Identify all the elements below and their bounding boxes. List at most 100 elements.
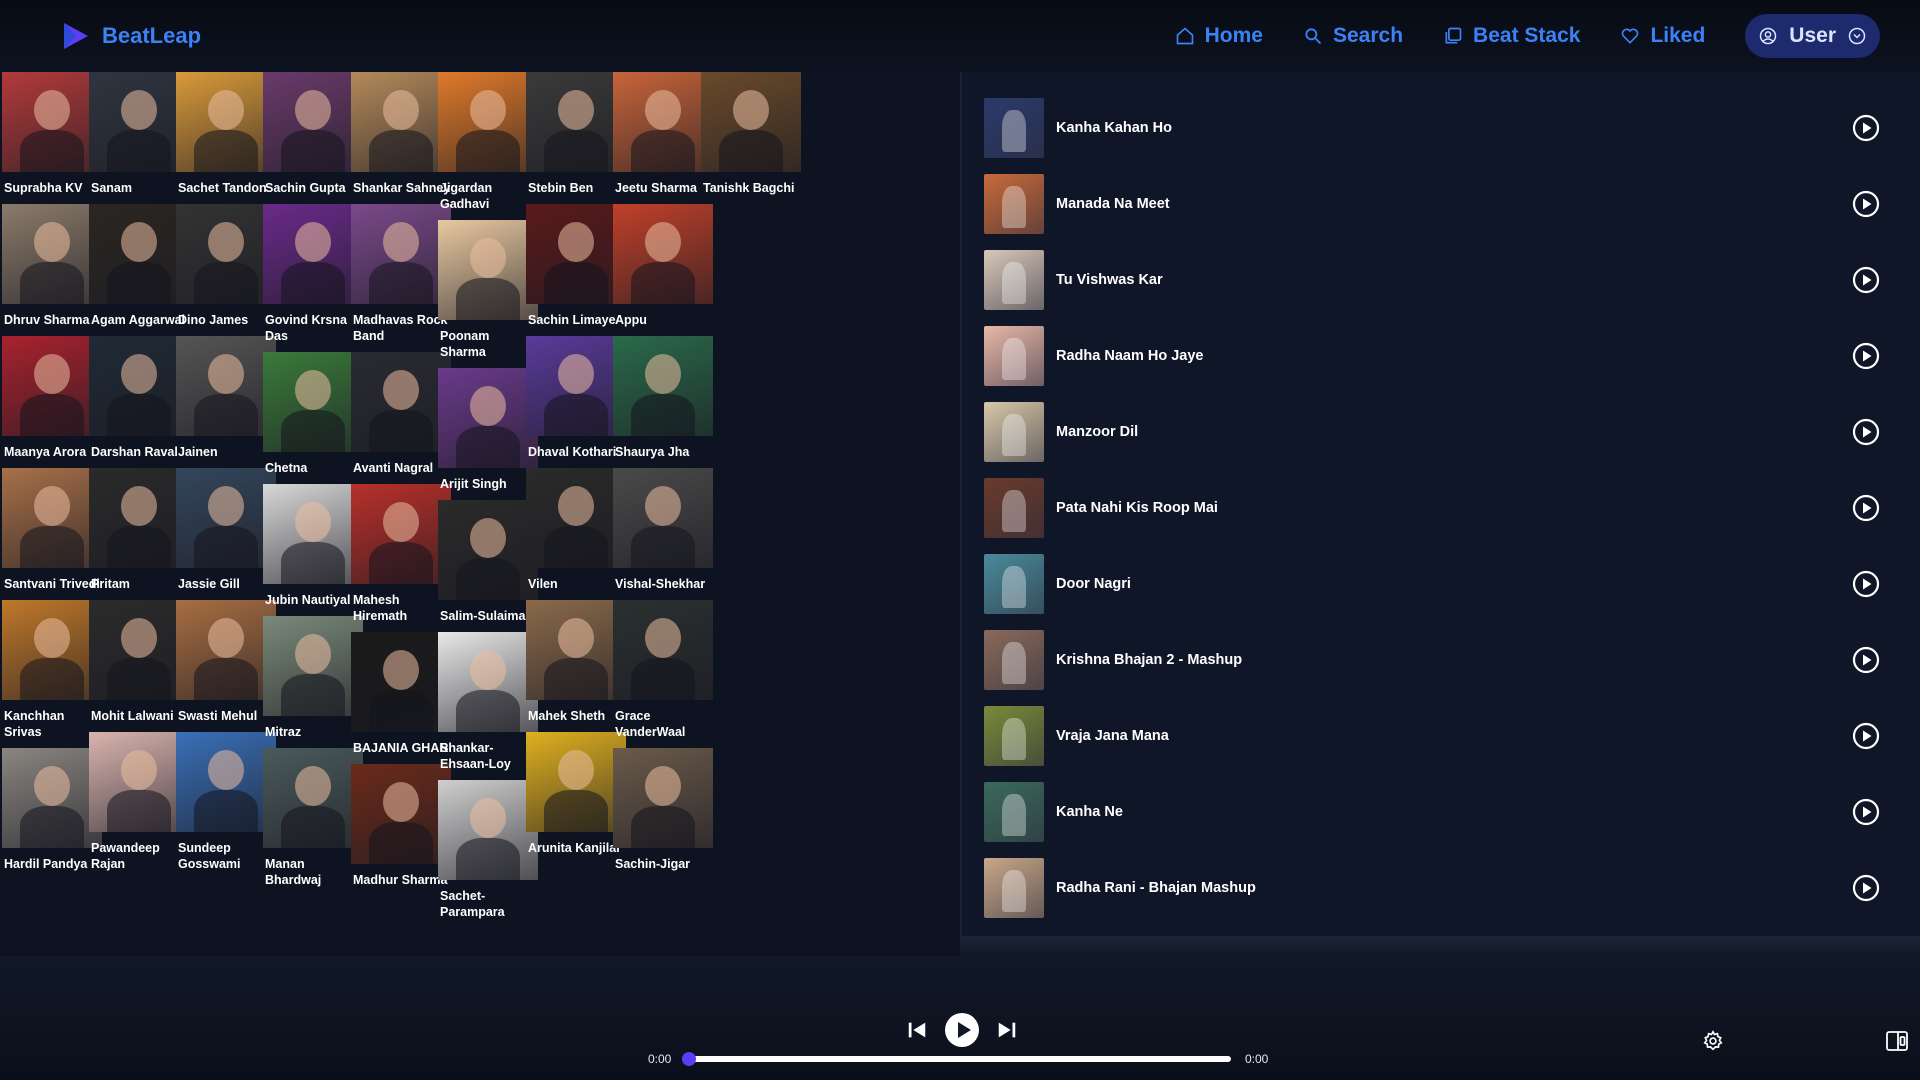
artist-card[interactable]: Swasti Mehul: [176, 600, 276, 728]
artist-card[interactable]: Sachin Limaye: [526, 204, 626, 332]
artist-thumbnail: [263, 352, 363, 452]
play-circle-icon[interactable]: [1852, 722, 1880, 750]
artist-card[interactable]: Pawandeep Rajan: [89, 732, 189, 876]
artist-card[interactable]: Mahesh Hiremath: [351, 484, 451, 628]
artist-card[interactable]: Agam Aggarwal: [89, 204, 189, 332]
song-row[interactable]: Radha Naam Ho Jaye: [984, 318, 1904, 394]
play-pause-button[interactable]: [944, 1012, 980, 1048]
artist-name: Mitraz: [265, 725, 302, 739]
play-circle-icon[interactable]: [1852, 646, 1880, 674]
artist-card[interactable]: Avanti Nagral: [351, 352, 451, 480]
song-row[interactable]: Radha Rani - Bhajan Mashup: [984, 850, 1904, 926]
artist-card[interactable]: Sanam: [89, 72, 189, 200]
nav-home-label: Home: [1204, 24, 1263, 47]
artist-card[interactable]: Kanchhan Srivas: [2, 600, 102, 744]
artist-card[interactable]: Vishal-Shekhar: [613, 468, 713, 596]
play-circle-icon[interactable]: [1852, 342, 1880, 370]
songs-list[interactable]: Kanha Kahan Ho Manada Na Meet Tu Vishwas K…: [962, 72, 1920, 936]
artist-card[interactable]: Arunita Kanjilal: [526, 732, 626, 860]
artist-thumbnail: [263, 748, 363, 848]
artist-thumbnail: [438, 368, 538, 468]
song-row[interactable]: Door Nagri: [984, 546, 1904, 622]
artist-card[interactable]: Salim-Sulaiman: [438, 500, 538, 628]
nav-beat-stack[interactable]: Beat Stack: [1443, 24, 1580, 48]
artist-card[interactable]: Jigardan Gadhavi: [438, 72, 538, 216]
song-row[interactable]: Manada Na Meet: [984, 166, 1904, 242]
artist-card[interactable]: Suprabha KV: [2, 72, 102, 200]
artist-name: Salim-Sulaiman: [440, 609, 534, 623]
progress-knob[interactable]: [682, 1052, 696, 1066]
play-circle-icon[interactable]: [1852, 494, 1880, 522]
artist-card[interactable]: Chetna: [263, 352, 363, 480]
song-row[interactable]: Manzoor Dil: [984, 394, 1904, 470]
artist-card[interactable]: Shankar-Ehsaan-Loy: [438, 632, 538, 776]
artist-card[interactable]: BAJANIA GHAR: [351, 632, 451, 760]
artist-card[interactable]: Madhur Sharma: [351, 764, 451, 892]
artist-card[interactable]: Appu: [613, 204, 713, 332]
artist-card[interactable]: Madhavas Rock Band: [351, 204, 451, 348]
nav-search[interactable]: Search: [1303, 24, 1403, 48]
artist-card[interactable]: Sachet Tandon: [176, 72, 276, 200]
artist-card[interactable]: Sachin-Jigar: [613, 748, 713, 876]
artist-thumbnail: [176, 468, 276, 568]
artist-card[interactable]: Jubin Nautiyal: [263, 484, 363, 612]
song-cover: [984, 174, 1044, 234]
nav-home[interactable]: Home: [1175, 24, 1263, 48]
artist-card[interactable]: Sachin Gupta: [263, 72, 363, 200]
artist-card[interactable]: Dhruv Sharma: [2, 204, 102, 332]
gear-icon[interactable]: [1702, 1030, 1724, 1052]
artist-card[interactable]: Manan Bhardwaj: [263, 748, 363, 892]
song-row[interactable]: Krishna Bhajan 2 - Mashup: [984, 622, 1904, 698]
artist-card[interactable]: Grace VanderWaal: [613, 600, 713, 744]
panel-toggle-icon[interactable]: [1884, 1028, 1910, 1054]
user-menu-button[interactable]: User: [1745, 14, 1880, 58]
brand[interactable]: BeatLeap: [60, 18, 201, 54]
artist-card[interactable]: Sachet-Parampara: [438, 780, 538, 924]
play-circle-icon[interactable]: [1852, 418, 1880, 446]
artist-card[interactable]: Maanya Arora: [2, 336, 102, 464]
play-circle-icon[interactable]: [1852, 114, 1880, 142]
artist-card[interactable]: Jassie Gill: [176, 468, 276, 596]
artist-thumbnail: [526, 600, 626, 700]
artist-thumbnail: [263, 616, 363, 716]
artist-card[interactable]: Dhaval Kothari: [526, 336, 626, 464]
song-row[interactable]: Kanha Ne: [984, 774, 1904, 850]
progress-bar[interactable]: [682, 1052, 1231, 1066]
artist-thumbnail: [2, 600, 102, 700]
artist-card[interactable]: Shaurya Jha: [613, 336, 713, 464]
artist-card[interactable]: Jeetu Sharma: [613, 72, 713, 200]
song-cover: [984, 858, 1044, 918]
play-circle-icon[interactable]: [1852, 874, 1880, 902]
artist-card[interactable]: Pritam: [89, 468, 189, 596]
next-icon[interactable]: [996, 1019, 1018, 1041]
play-circle-icon[interactable]: [1852, 266, 1880, 294]
artist-card[interactable]: Santvani Trivedi: [2, 468, 102, 596]
artist-card[interactable]: Vilen: [526, 468, 626, 596]
previous-icon[interactable]: [906, 1019, 928, 1041]
artist-card[interactable]: Stebin Ben: [526, 72, 626, 200]
artist-card[interactable]: Arijit Singh: [438, 368, 538, 496]
play-circle-icon[interactable]: [1852, 190, 1880, 218]
artist-card[interactable]: Hardil Pandya: [2, 748, 102, 876]
artist-card[interactable]: Poonam Sharma: [438, 220, 538, 364]
artist-card[interactable]: Dino James: [176, 204, 276, 332]
song-row[interactable]: Kanha Kahan Ho: [984, 90, 1904, 166]
artist-card[interactable]: Sundeep Gosswami: [176, 732, 276, 876]
song-row[interactable]: Vraja Jana Mana: [984, 698, 1904, 774]
artist-card[interactable]: Govind Krsna Das: [263, 204, 363, 348]
play-circle-icon[interactable]: [1852, 570, 1880, 598]
artist-card[interactable]: Darshan Raval: [89, 336, 189, 464]
artist-card[interactable]: Mohit Lalwani: [89, 600, 189, 728]
artist-card[interactable]: Shankar Sahney: [351, 72, 451, 200]
artist-thumbnail: [351, 352, 451, 452]
artist-thumbnail: [176, 72, 276, 172]
song-row[interactable]: Tu Vishwas Kar: [984, 242, 1904, 318]
artist-thumbnail: [526, 732, 626, 832]
nav-liked[interactable]: Liked: [1620, 24, 1705, 48]
artist-card[interactable]: Jainen: [176, 336, 276, 464]
song-row[interactable]: Pata Nahi Kis Roop Mai: [984, 470, 1904, 546]
artist-card[interactable]: Mahek Sheth: [526, 600, 626, 728]
play-circle-icon[interactable]: [1852, 798, 1880, 826]
artist-card[interactable]: Mitraz: [263, 616, 363, 744]
artist-card[interactable]: Tanishk Bagchi: [701, 72, 801, 200]
